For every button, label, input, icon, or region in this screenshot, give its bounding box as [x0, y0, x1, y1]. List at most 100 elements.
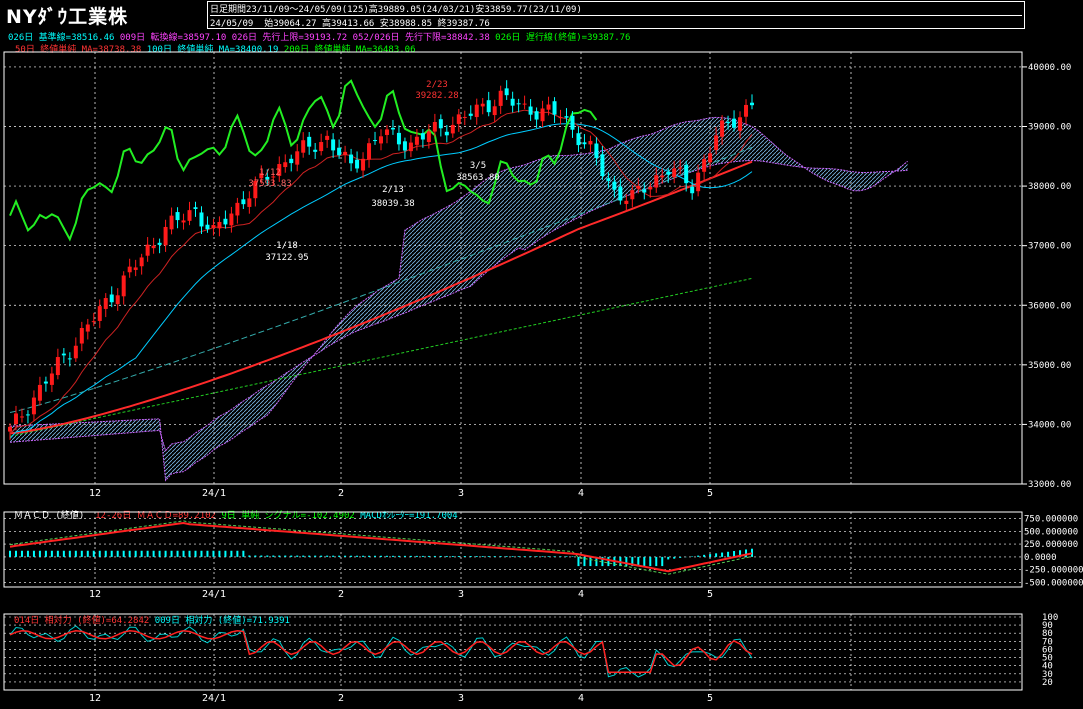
- candle-body: [594, 143, 599, 158]
- y-tick-label: 750.000000: [1024, 515, 1078, 525]
- candle-body: [708, 153, 713, 163]
- macd-line: [9, 521, 753, 573]
- candle-body: [115, 295, 120, 305]
- x-tick-label: 5: [707, 693, 713, 704]
- candle-body: [714, 135, 719, 150]
- candle-body: [552, 101, 557, 115]
- candle-body: [612, 181, 617, 190]
- candle-body: [25, 414, 30, 416]
- candle-body: [444, 131, 449, 136]
- candle-body: [516, 103, 521, 105]
- candle-body: [408, 142, 413, 152]
- y-tick-label: 500.000000: [1024, 527, 1078, 537]
- candle-body: [223, 218, 228, 225]
- candle-body: [738, 117, 743, 131]
- y-tick-label: 36000.00: [1028, 301, 1071, 311]
- candle-body: [325, 135, 330, 140]
- candle-body: [498, 90, 503, 106]
- candle-body: [217, 221, 222, 229]
- annotation-label: 2/23: [426, 80, 448, 90]
- x-tick-label: 24/1: [202, 693, 226, 704]
- candle-body: [390, 127, 395, 130]
- candle-body: [67, 358, 72, 360]
- x-tick-label: 5: [707, 589, 713, 600]
- candle-body: [402, 141, 407, 151]
- candle-body: [211, 225, 216, 228]
- y-tick-label: 39000.00: [1028, 123, 1071, 133]
- annotation-label: 1/12: [259, 168, 281, 178]
- candle-body: [678, 167, 683, 169]
- candle-body: [121, 275, 126, 297]
- candle-body: [684, 164, 689, 184]
- candle-body: [79, 327, 84, 344]
- x-tick-label: 3: [458, 693, 464, 704]
- candle-body: [744, 104, 749, 117]
- candle-body: [486, 100, 491, 113]
- candle-body: [468, 113, 473, 116]
- macd-histogram: [9, 548, 753, 567]
- candle-body: [307, 136, 312, 147]
- candle-body: [91, 321, 96, 323]
- candle-body: [384, 129, 389, 135]
- candle-body: [145, 244, 150, 256]
- candle-body: [582, 142, 587, 145]
- candle-body: [109, 294, 114, 303]
- candle-body: [702, 159, 707, 172]
- candle-body: [618, 186, 623, 201]
- candles: [8, 80, 754, 440]
- annotation-label: 37122.95: [265, 253, 308, 263]
- candle-body: [636, 186, 641, 189]
- y-tick-label: 37000.00: [1028, 242, 1071, 252]
- candle-body: [247, 198, 252, 207]
- candle-body: [540, 108, 545, 122]
- y-tick-label: 250.000000: [1024, 540, 1078, 550]
- candle-body: [648, 186, 653, 190]
- candle-body: [438, 119, 443, 129]
- candle-body: [522, 103, 527, 105]
- candle-body: [8, 426, 12, 432]
- annotation-label: 38039.38: [371, 199, 414, 209]
- rsi-14-line: [9, 630, 753, 673]
- y-tick-label: 35000.00: [1028, 361, 1071, 371]
- candle-body: [642, 189, 647, 193]
- candle-body: [13, 413, 18, 425]
- y-tick-label: 33000.00: [1028, 480, 1071, 490]
- candle-body: [720, 120, 725, 137]
- x-tick-label: 24/1: [202, 589, 226, 600]
- candle-body: [31, 397, 36, 415]
- x-tick-label: 3: [458, 488, 464, 499]
- candle-body: [73, 345, 78, 359]
- candle-body: [492, 106, 497, 116]
- candle-body: [396, 132, 401, 145]
- x-tick-label: 4: [578, 488, 584, 499]
- annotation-label: 38563.80: [456, 173, 499, 183]
- candle-body: [462, 116, 467, 118]
- candle-body: [151, 245, 156, 249]
- candle-body: [504, 88, 509, 96]
- candle-body: [139, 257, 144, 267]
- y-tick-label: 0.0000: [1024, 553, 1057, 563]
- candle-body: [55, 357, 60, 376]
- candle-body: [450, 124, 455, 134]
- candle-body: [480, 103, 485, 107]
- candle-body: [235, 202, 240, 216]
- candle-body: [337, 147, 342, 156]
- candle-body: [169, 215, 174, 230]
- x-tick-label: 2: [338, 693, 344, 704]
- candle-body: [187, 210, 192, 221]
- candle-body: [726, 122, 731, 124]
- candle-body: [570, 115, 575, 130]
- candle-body: [331, 139, 336, 151]
- candle-body: [528, 106, 533, 115]
- annotation-label: 1/18: [276, 241, 298, 251]
- x-tick-label: 2: [338, 589, 344, 600]
- candle-body: [349, 154, 354, 164]
- candle-body: [175, 212, 180, 221]
- candle-body: [432, 122, 437, 132]
- candle-body: [181, 220, 186, 223]
- candle-body: [157, 242, 162, 245]
- candle-body: [696, 172, 701, 192]
- candle-body: [576, 133, 581, 146]
- candle-body: [43, 381, 48, 384]
- candle-body: [654, 175, 659, 188]
